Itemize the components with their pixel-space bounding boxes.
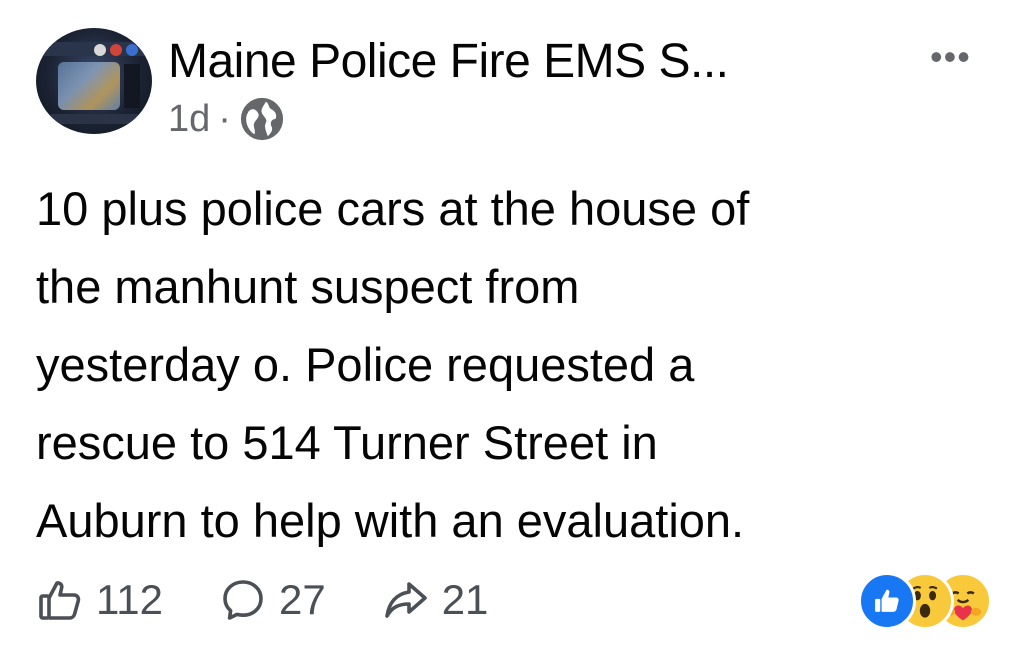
post-text-line: Auburn to help with an evaluation.	[36, 494, 745, 547]
share-button[interactable]: 21	[382, 576, 489, 624]
like-count: 112	[96, 576, 163, 623]
post-text-line: yesterday o. Police requested a	[36, 338, 695, 391]
globe-icon[interactable]	[239, 96, 285, 142]
thumbs-up-icon	[39, 581, 81, 620]
avatar-badge	[110, 44, 122, 56]
comment-button[interactable]: 27	[219, 576, 326, 624]
avatar-badge	[126, 44, 138, 56]
post-text-line: 10 plus police cars at the house of	[36, 182, 750, 235]
share-count: 21	[441, 576, 489, 623]
avatar-panel	[124, 64, 140, 108]
avatar-badge	[94, 44, 106, 56]
page-avatar[interactable]	[36, 28, 152, 134]
more-options-icon[interactable]: •••	[930, 36, 971, 78]
action-bar: 112 27 21	[36, 570, 544, 630]
comment-icon	[223, 580, 263, 620]
post-text-line: the manhunt suspect from	[36, 260, 580, 313]
avatar-map	[58, 62, 120, 110]
author-name[interactable]: Maine Police Fire EMS S...	[168, 34, 729, 89]
comment-count: 27	[278, 576, 326, 623]
post-body: 10 plus police cars at the house of the …	[36, 170, 996, 560]
avatar-bottom-bar	[50, 114, 140, 124]
reaction-summary[interactable]	[858, 572, 1008, 630]
post-time[interactable]: 1d	[168, 98, 210, 141]
post-text-line: rescue to 514 Turner Street in	[36, 416, 658, 469]
post-meta: 1d ·	[168, 96, 285, 142]
like-icon	[858, 572, 916, 630]
share-icon	[384, 582, 427, 618]
like-button[interactable]: 112	[36, 576, 163, 624]
meta-separator: ·	[218, 97, 231, 140]
